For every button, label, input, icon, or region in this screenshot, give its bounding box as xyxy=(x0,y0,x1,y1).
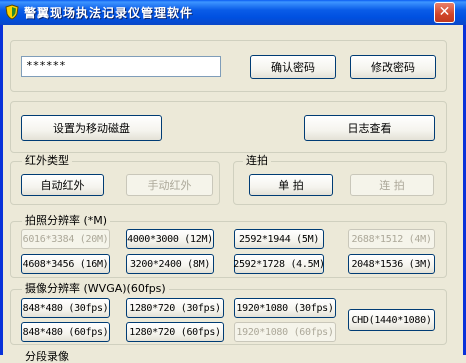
photo-res-4608x3456[interactable]: 4608*3456 (16M) xyxy=(21,254,110,274)
close-icon: ✕ xyxy=(438,4,451,20)
video-resolution-label: 摄像分辨率 (WVGA)(60fps) xyxy=(22,282,169,295)
close-button[interactable]: ✕ xyxy=(434,2,455,23)
photo-res-2048x1536[interactable]: 2048*1536 (3M) xyxy=(348,254,435,274)
video-res-848x480-30fps[interactable]: 848*480 (30fps) xyxy=(21,298,110,318)
mobile-disk-button[interactable]: 设置为移动磁盘 xyxy=(21,115,162,141)
confirm-password-button[interactable]: 确认密码 xyxy=(250,55,336,79)
burst-shot-button[interactable]: 连 拍 xyxy=(350,174,434,196)
change-password-button[interactable]: 修改密码 xyxy=(350,55,436,79)
photo-resolution-label: 拍照分辨率 (*M) xyxy=(22,214,111,227)
video-res-1280x720-30fps[interactable]: 1280*720 (30fps) xyxy=(126,298,224,318)
photo-res-2592x1728[interactable]: 2592*1728 (4.5M) xyxy=(233,254,325,274)
photo-res-2688x1512[interactable]: 2688*1512 (4M) xyxy=(348,229,435,249)
burst-label: 连拍 xyxy=(243,154,271,167)
segment-recording-label: 分段录像 xyxy=(22,350,72,363)
video-res-1280x720-60fps[interactable]: 1280*720 (60fps) xyxy=(126,322,224,342)
video-res-1920x1080-60fps[interactable]: 1920*1080 (60fps) xyxy=(234,322,336,342)
manual-infrared-button[interactable]: 手动红外 xyxy=(126,174,213,196)
password-input[interactable]: ****** xyxy=(21,56,221,77)
shield-icon xyxy=(5,4,19,20)
photo-res-2592x1944[interactable]: 2592*1944 (5M) xyxy=(234,229,324,249)
photo-res-3200x2400[interactable]: 3200*2400 (8M) xyxy=(126,254,214,274)
infrared-label: 红外类型 xyxy=(22,154,72,167)
single-shot-button[interactable]: 单 拍 xyxy=(249,174,333,196)
title-bar[interactable]: 警翼现场执法记录仪管理软件 ✕ xyxy=(0,0,466,25)
log-view-button[interactable]: 日志查看 xyxy=(304,115,435,141)
window-title: 警翼现场执法记录仪管理软件 xyxy=(24,6,194,20)
video-res-chd-1440x1080[interactable]: CHD(1440*1080) xyxy=(348,309,435,331)
video-res-1920x1080-30fps[interactable]: 1920*1080 (30fps) xyxy=(234,298,336,318)
photo-res-4000x3000[interactable]: 4000*3000 (12M) xyxy=(126,229,214,249)
video-res-848x480-60fps[interactable]: 848*480 (60fps) xyxy=(21,322,110,342)
photo-res-6016x3384[interactable]: 6016*3384 (20M) xyxy=(21,229,110,249)
auto-infrared-button[interactable]: 自动红外 xyxy=(21,174,104,196)
